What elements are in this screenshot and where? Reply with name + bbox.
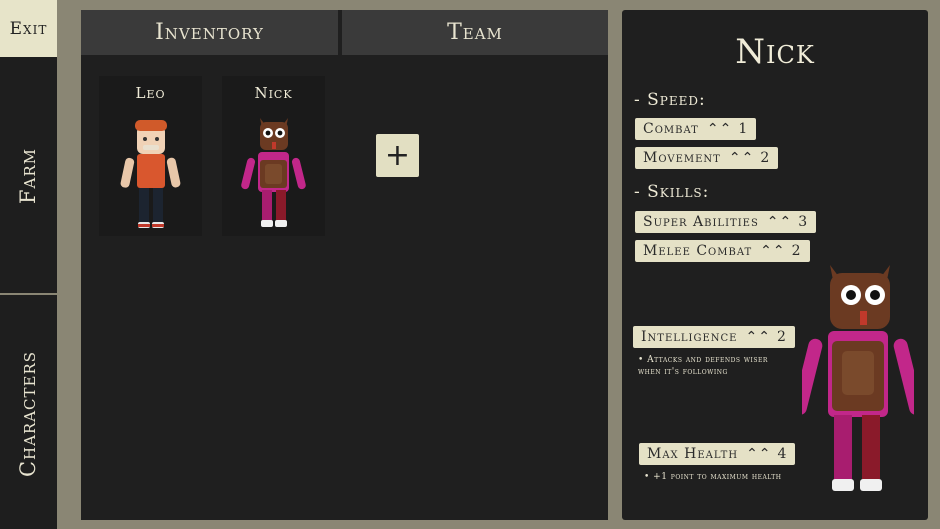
double-chevron-up-icon: ⌃⌃ (728, 150, 755, 166)
skills-heading: - Skills: (634, 182, 710, 202)
stat-label: Combat (643, 121, 699, 137)
character-detail-panel: Nick - Speed: Combat ⌃⌃ 1 Movement ⌃⌃ 2 … (622, 10, 928, 520)
character-title: Nick (735, 32, 815, 72)
skill-level: 4 (777, 446, 788, 462)
skill-level: 3 (798, 214, 809, 230)
skill-level: 2 (776, 329, 787, 345)
stat-level: 2 (760, 150, 771, 166)
nick-large-figure (802, 265, 914, 491)
skill-label: Melee Combat (643, 243, 753, 259)
character-card-leo[interactable]: Leo (99, 76, 202, 236)
farm-label: Farm (16, 147, 41, 205)
speed-heading: - Speed: (634, 90, 706, 110)
skill-label: Max Health (647, 446, 739, 462)
skill-chip-melee-combat: Melee Combat ⌃⌃ 2 (635, 240, 810, 262)
plus-icon: + (384, 138, 411, 173)
tab-team-label: Team (447, 20, 503, 45)
stat-label: Movement (643, 150, 721, 166)
double-chevron-up-icon: ⌃⌃ (746, 446, 772, 462)
stat-level: 1 (738, 121, 749, 137)
nick-figure (241, 118, 306, 227)
description-line: when it's following (638, 367, 728, 377)
skill-chip-max-health: Max Health ⌃⌃ 4 (639, 443, 796, 465)
double-chevron-up-icon: ⌃⌃ (745, 329, 771, 345)
intelligence-description: • Attacks and defends wiser when it's fo… (638, 354, 768, 378)
stat-chip-combat: Combat ⌃⌃ 1 (635, 118, 757, 140)
skill-chip-intelligence: Intelligence ⌃⌃ 2 (633, 326, 795, 348)
tab-team[interactable]: Team (342, 10, 608, 55)
character-card-nick[interactable]: Nick (222, 76, 325, 236)
tab-inventory[interactable]: Inventory (81, 10, 338, 55)
skill-level: 2 (791, 243, 802, 259)
description-line: • Attacks and defends wiser (638, 355, 768, 365)
skill-label: Super Abilities (643, 214, 759, 230)
team-panel: Inventory Team Leo Nick + (81, 10, 608, 520)
character-name: Leo (135, 84, 166, 102)
exit-button[interactable]: Exit (0, 0, 57, 57)
skill-chip-super-abilities: Super Abilities ⌃⌃ 3 (635, 211, 817, 233)
characters-tab[interactable]: Characters (0, 299, 57, 529)
leo-figure (120, 120, 181, 228)
double-chevron-up-icon: ⌃⌃ (766, 214, 793, 230)
side-menu: Exit Farm Characters (0, 0, 57, 529)
exit-label: Exit (9, 18, 48, 39)
farm-tab[interactable]: Farm (0, 59, 57, 295)
add-character-button[interactable]: + (376, 134, 419, 177)
character-name: Nick (254, 84, 293, 102)
double-chevron-up-icon: ⌃⌃ (760, 243, 786, 259)
tab-inventory-label: Inventory (155, 20, 264, 45)
stat-chip-movement: Movement ⌃⌃ 2 (635, 147, 779, 169)
characters-label: Characters (16, 350, 41, 478)
max-health-description: • +1 point to maximum health (644, 472, 782, 482)
double-chevron-up-icon: ⌃⌃ (706, 121, 733, 137)
skill-label: Intelligence (641, 329, 738, 345)
